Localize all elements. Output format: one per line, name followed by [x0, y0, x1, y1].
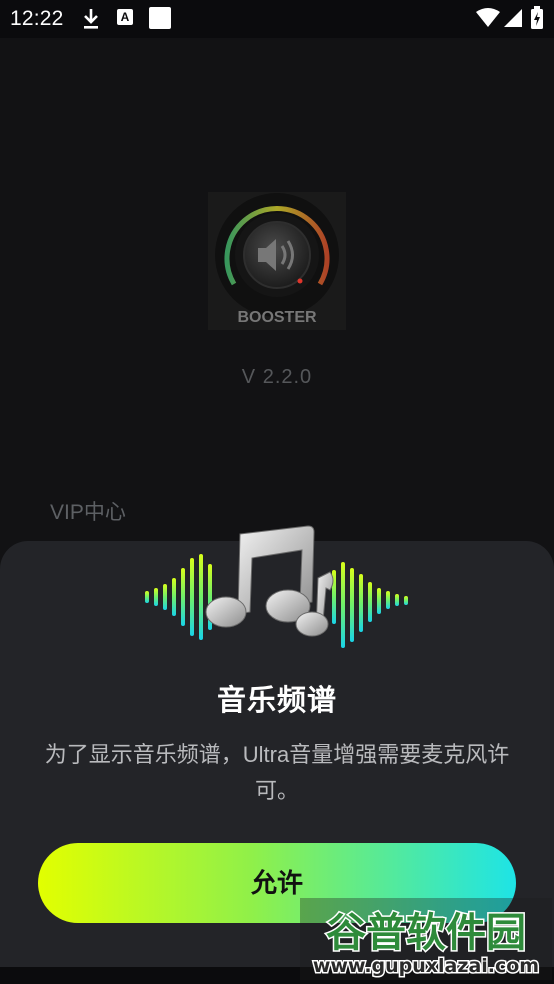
spectrum-bars-right	[332, 562, 408, 648]
logo-text: BOOSTER	[237, 309, 317, 326]
app-logo: BOOSTER	[208, 192, 346, 330]
music-notes-icon	[205, 525, 334, 637]
music-spectrum-illustration	[145, 525, 408, 648]
battery-icon	[531, 6, 543, 29]
watermark-url: www.gupuxlazai.com	[313, 955, 539, 977]
wifi-icon	[476, 8, 500, 27]
a-notification-icon: A	[117, 9, 133, 25]
status-bar: 12:22 A	[0, 0, 554, 38]
watermark-brand: 谷普软件园	[326, 910, 526, 956]
signal-icon	[504, 9, 522, 27]
app-version: V 2.2.0	[241, 366, 313, 388]
dialog-description: 为了显示音乐频谱，Ultra音量增强需要麦克风许可。	[44, 742, 510, 803]
square-notification-icon	[149, 7, 171, 29]
status-time: 12:22	[10, 7, 64, 30]
site-watermark-logo: 谷普软件园 www.gupuxlazai.com	[300, 898, 552, 980]
spectrum-bars-left	[145, 554, 212, 640]
download-icon	[84, 9, 98, 29]
speaker-booster-logo-icon: BOOSTER	[208, 192, 346, 330]
dialog-title: 音乐频谱	[216, 685, 337, 717]
vip-center-link[interactable]: VIP中心	[50, 496, 126, 526]
